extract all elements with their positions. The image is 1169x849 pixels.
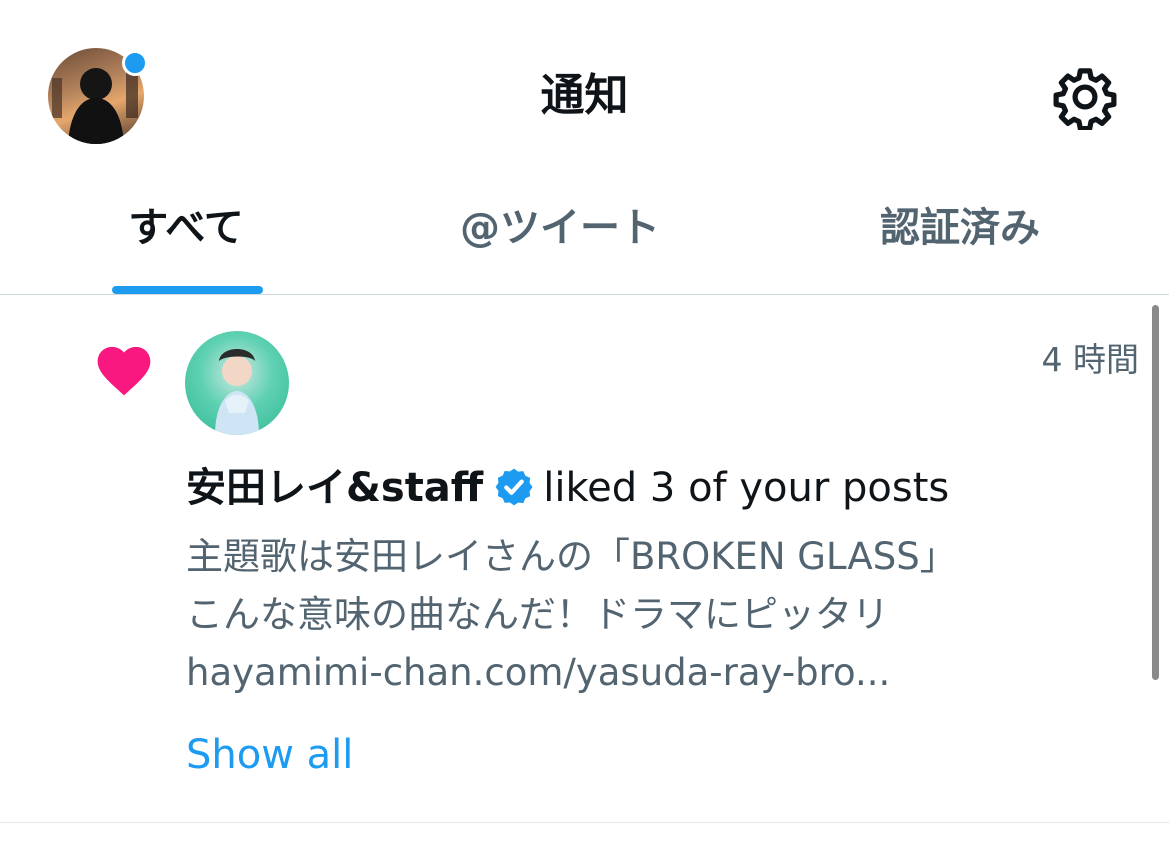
notification-item[interactable]: 4 時間 安田レイ&staff liked 3 of your posts 主題… (0, 295, 1169, 822)
active-tab-indicator (112, 286, 263, 294)
user-avatar[interactable] (185, 331, 289, 435)
top-bar: 通知 (0, 0, 1169, 190)
timestamp: 4 時間 (1041, 340, 1140, 379)
scrollbar[interactable] (1152, 305, 1159, 680)
gear-icon (1053, 68, 1117, 132)
user-name-link[interactable]: 安田レイ&staff (186, 465, 483, 511)
user-avatar-image (215, 349, 259, 435)
divider (0, 822, 1169, 823)
preview-line: 主題歌は安田レイさんの「BROKEN GLASS」 (186, 535, 957, 578)
settings-button[interactable] (1052, 64, 1118, 132)
show-all-link[interactable]: Show all (186, 727, 353, 783)
notification-action-text: liked 3 of your posts (543, 465, 950, 511)
tab-all[interactable]: すべて (86, 198, 286, 258)
tab-verified[interactable]: 認証済み (860, 198, 1060, 258)
page-title: 通知 (540, 70, 629, 121)
preview-line: こんな意味の曲なんだ！ドラマにピッタリ (186, 593, 889, 636)
post-preview[interactable]: 主題歌は安田レイさんの「BROKEN GLASS」 こんな意味の曲なんだ！ドラマ… (186, 528, 1066, 702)
notifications-screen: 通知 すべて @ツイート 認証済み 4 時間 安田レイ&staff liked … (0, 0, 1169, 849)
verified-badge-icon (493, 466, 535, 508)
notification-tabs: すべて @ツイート 認証済み (0, 190, 1169, 294)
notification-summary: 安田レイ&staff liked 3 of your posts (186, 460, 949, 516)
heart-icon (92, 339, 156, 397)
tab-mentions[interactable]: @ツイート (440, 198, 680, 258)
preview-line: hayamimi-chan.com/yasuda-ray-bro... (186, 651, 891, 694)
